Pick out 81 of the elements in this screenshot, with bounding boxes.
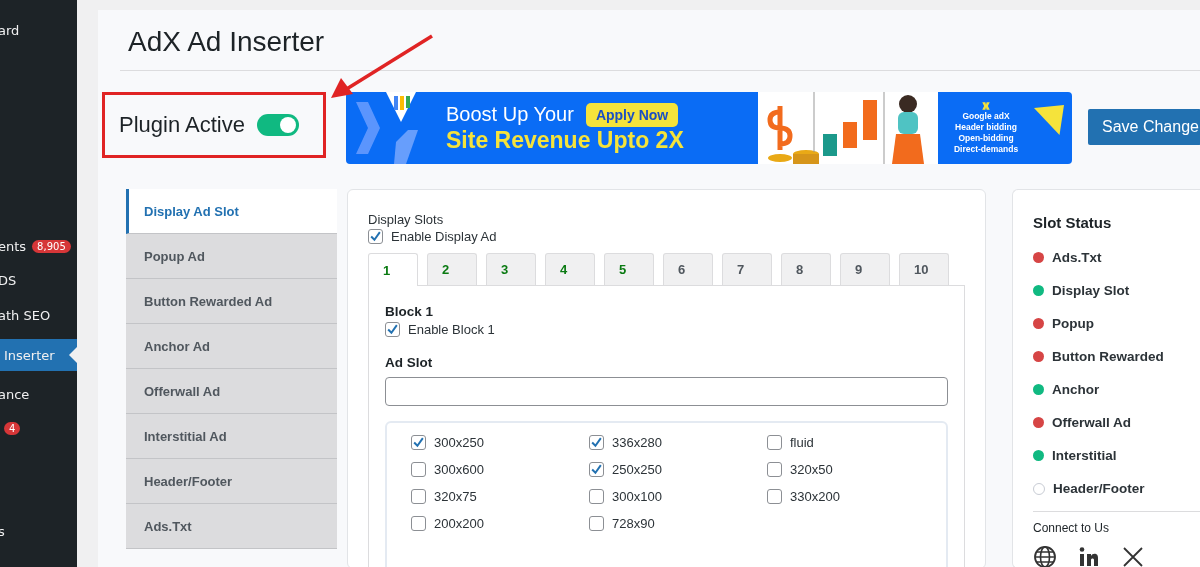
- checkbox-label: Enable Block 1: [408, 322, 495, 337]
- checkbox[interactable]: [589, 462, 604, 477]
- ad-slot-field[interactable]: [385, 377, 948, 406]
- checkbox-label: 330x200: [790, 489, 840, 504]
- connect-label: Connect to Us: [1033, 511, 1200, 535]
- nav-tab[interactable]: Anchor Ad: [126, 324, 337, 369]
- checkbox[interactable]: [385, 322, 400, 337]
- slot-tab[interactable]: 3: [486, 253, 536, 285]
- admin-menu-item[interactable]: DS: [0, 263, 77, 297]
- banner-ad[interactable]: Boost Up Your Apply Now Site Revenue Upto 2X Google adX Header bidding Open-bidding Direct-demands: [346, 92, 1072, 164]
- checkbox-label: Enable Display Ad: [391, 229, 497, 244]
- nav-tab[interactable]: Offerwall Ad: [126, 369, 337, 414]
- count-badge: 8,905: [32, 239, 71, 253]
- save-changes-button[interactable]: Save Change: [1088, 109, 1200, 145]
- checkbox[interactable]: [767, 462, 782, 477]
- status-label: Header/Footer: [1053, 481, 1145, 496]
- checkbox-label: 320x75: [434, 489, 477, 504]
- checkbox[interactable]: [767, 435, 782, 450]
- checkbox[interactable]: [368, 229, 383, 244]
- nav-tab[interactable]: Button Rewarded Ad: [126, 279, 337, 324]
- status-label: Button Rewarded: [1052, 349, 1164, 364]
- checkbox[interactable]: [411, 489, 426, 504]
- growth-bar: [843, 122, 857, 148]
- slot-tab[interactable]: 1: [368, 253, 418, 286]
- feature-text: Open-bidding: [958, 133, 1014, 144]
- banner-headline: Boost Up Your: [446, 103, 574, 126]
- field-label: Ad Slot: [385, 355, 434, 370]
- checkbox[interactable]: [411, 435, 426, 450]
- card-title: Slot Status: [1033, 214, 1113, 231]
- feature-text: Google adX: [962, 111, 1010, 122]
- triangle-icon: [1034, 102, 1064, 138]
- checkbox-label: 728x90: [612, 516, 655, 531]
- slot-tab[interactable]: 6: [663, 253, 713, 285]
- checkbox-label: fluid: [790, 435, 814, 450]
- toggle-label: Plugin Active: [119, 112, 245, 138]
- checkbox[interactable]: [767, 489, 782, 504]
- slot-tab[interactable]: 7: [722, 253, 772, 285]
- slot-tab[interactable]: 2: [427, 253, 477, 285]
- section-label: Display Slots: [368, 212, 445, 227]
- status-label: Display Slot: [1052, 283, 1130, 298]
- status-label: Popup: [1052, 316, 1094, 331]
- checkbox-label: 336x280: [612, 435, 662, 450]
- checkbox[interactable]: [589, 489, 604, 504]
- block-title: Block 1: [385, 304, 435, 319]
- slot-tab[interactable]: 8: [781, 253, 831, 285]
- dollar-coins-drawing: [767, 103, 819, 164]
- slot-tab[interactable]: 9: [840, 253, 890, 285]
- checkbox-label: 300x600: [434, 462, 484, 477]
- slot-tab[interactable]: 5: [604, 253, 654, 285]
- growth-bar: [823, 134, 837, 156]
- person-figure-drawing: [892, 95, 924, 164]
- growth-bar: [863, 100, 877, 140]
- checkbox-label: 200x200: [434, 516, 484, 531]
- checkbox-label: 250x250: [612, 462, 662, 477]
- feature-text: Header bidding: [955, 122, 1017, 133]
- nav-tab[interactable]: Header/Footer: [126, 459, 337, 504]
- nav-tab[interactable]: Interstitial Ad: [126, 414, 337, 459]
- checkbox[interactable]: [589, 516, 604, 531]
- banner-tagline: Site Revenue Upto 2X: [446, 126, 685, 154]
- status-label: Ads.Txt: [1052, 250, 1102, 265]
- checkbox[interactable]: [589, 435, 604, 450]
- page-title: AdX Ad Inserter: [127, 25, 325, 59]
- count-badge: 4: [4, 421, 21, 435]
- apply-now-button[interactable]: Apply Now: [585, 102, 679, 127]
- checkbox-label: 300x250: [434, 435, 484, 450]
- checkbox-label: 300x100: [612, 489, 662, 504]
- checkbox[interactable]: [411, 516, 426, 531]
- slot-tab[interactable]: 10: [899, 253, 949, 285]
- slot-tab[interactable]: 4: [545, 253, 595, 285]
- status-label: Offerwall Ad: [1052, 415, 1131, 430]
- nav-tab[interactable]: Popup Ad: [126, 234, 337, 279]
- status-label: Interstitial: [1052, 448, 1117, 463]
- status-label: Anchor: [1052, 382, 1100, 397]
- toggle-switch[interactable]: [256, 114, 299, 136]
- admin-menu-item[interactable]: Inserter: [0, 339, 77, 371]
- feature-text: Direct-demands: [953, 144, 1019, 155]
- admin-menu-item[interactable]: 4: [0, 411, 77, 445]
- checkbox[interactable]: [411, 462, 426, 477]
- checkbox-label: 320x50: [790, 462, 833, 477]
- nav-tab[interactable]: Display Ad Slot: [126, 189, 337, 234]
- nav-tab[interactable]: Ads.Txt: [126, 504, 337, 549]
